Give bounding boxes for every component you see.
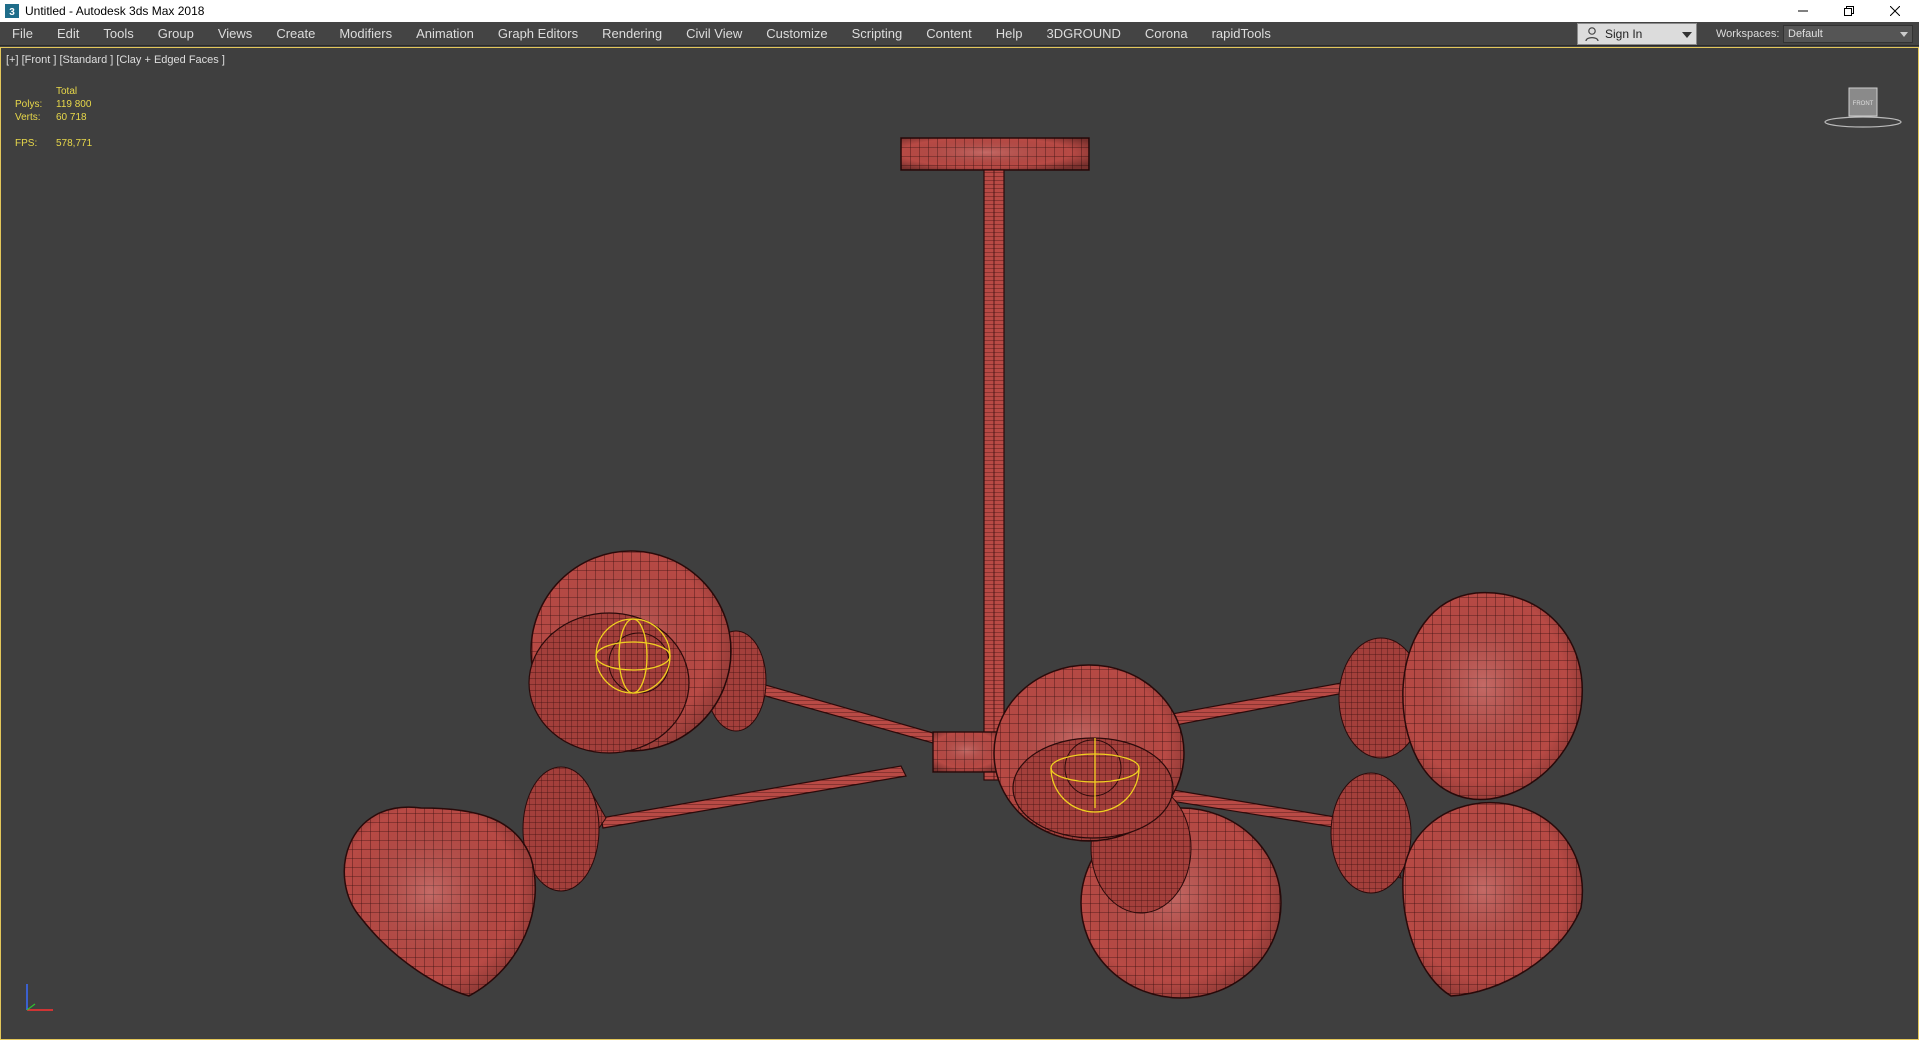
verts-value: 60 718 <box>56 112 87 123</box>
menu-file[interactable]: File <box>0 22 45 46</box>
lamp-shade-bottom-right <box>1330 772 1584 997</box>
lamp-shade-front-center <box>993 664 1185 842</box>
menu-civil-view[interactable]: Civil View <box>674 22 754 46</box>
window-title: Untitled - Autodesk 3ds Max 2018 <box>25 4 205 18</box>
app-icon: 3 <box>5 4 19 18</box>
down-rod <box>983 169 1005 781</box>
chevron-down-icon <box>1682 32 1692 38</box>
workspaces-label: Workspaces: <box>1716 28 1780 40</box>
lamp-shade-bottom-left <box>343 766 607 997</box>
chevron-down-icon <box>1900 32 1908 37</box>
front-viewport[interactable]: [+] [Front ] [Standard ] [Clay + Edged F… <box>0 47 1919 1040</box>
menu-rapidtools[interactable]: rapidTools <box>1200 22 1283 46</box>
polys-value: 119 800 <box>56 99 92 110</box>
menu-help[interactable]: Help <box>984 22 1035 46</box>
workspaces-selected-value: Default <box>1788 28 1823 40</box>
menu-items: File Edit Tools Group Views Create Modif… <box>0 22 1283 46</box>
viewcube-icon[interactable]: FRONT <box>1823 84 1903 130</box>
viewcube-face-label: FRONT <box>1853 101 1874 107</box>
minimize-button[interactable] <box>1780 0 1826 22</box>
restore-icon <box>1844 6 1854 16</box>
scene-canvas[interactable] <box>1 48 1918 1039</box>
viewport-label[interactable]: [+] [Front ] [Standard ] [Clay + Edged F… <box>6 54 225 66</box>
menu-animation[interactable]: Animation <box>404 22 486 46</box>
menu-graph-editors[interactable]: Graph Editors <box>486 22 590 46</box>
menu-modifiers[interactable]: Modifiers <box>327 22 404 46</box>
lamp-shade-top-right <box>1338 591 1583 801</box>
menu-3dground[interactable]: 3DGROUND <box>1035 22 1133 46</box>
restore-button[interactable] <box>1826 0 1872 22</box>
lamp-shade-top-left <box>528 550 767 754</box>
menu-create[interactable]: Create <box>264 22 327 46</box>
sign-in-label: Sign In <box>1605 27 1643 41</box>
menu-corona[interactable]: Corona <box>1133 22 1200 46</box>
menu-bar: File Edit Tools Group Views Create Modif… <box>0 22 1919 46</box>
menu-rendering[interactable]: Rendering <box>590 22 674 46</box>
menu-customize[interactable]: Customize <box>754 22 839 46</box>
verts-label: Verts: <box>15 112 41 123</box>
menu-group[interactable]: Group <box>146 22 206 46</box>
fps-label: FPS: <box>15 138 38 149</box>
fps-value: 578,771 <box>56 138 93 149</box>
workspaces-select[interactable]: Default <box>1783 25 1913 43</box>
user-icon <box>1585 27 1599 42</box>
menu-tools[interactable]: Tools <box>91 22 145 46</box>
menu-edit[interactable]: Edit <box>45 22 91 46</box>
menu-views[interactable]: Views <box>206 22 264 46</box>
title-bar: 3 Untitled - Autodesk 3ds Max 2018 <box>0 0 1919 22</box>
polys-label: Polys: <box>15 99 43 110</box>
menu-content[interactable]: Content <box>914 22 984 46</box>
ceiling-canopy <box>900 137 1090 171</box>
sign-in-dropdown[interactable]: Sign In <box>1577 23 1697 45</box>
stats-header: Total <box>56 86 78 97</box>
axis-tripod-icon <box>26 984 53 1011</box>
svg-text:3: 3 <box>9 7 15 18</box>
close-button[interactable] <box>1872 0 1918 22</box>
minimize-icon <box>1798 10 1808 12</box>
menu-scripting[interactable]: Scripting <box>840 22 915 46</box>
close-icon <box>1890 6 1900 16</box>
